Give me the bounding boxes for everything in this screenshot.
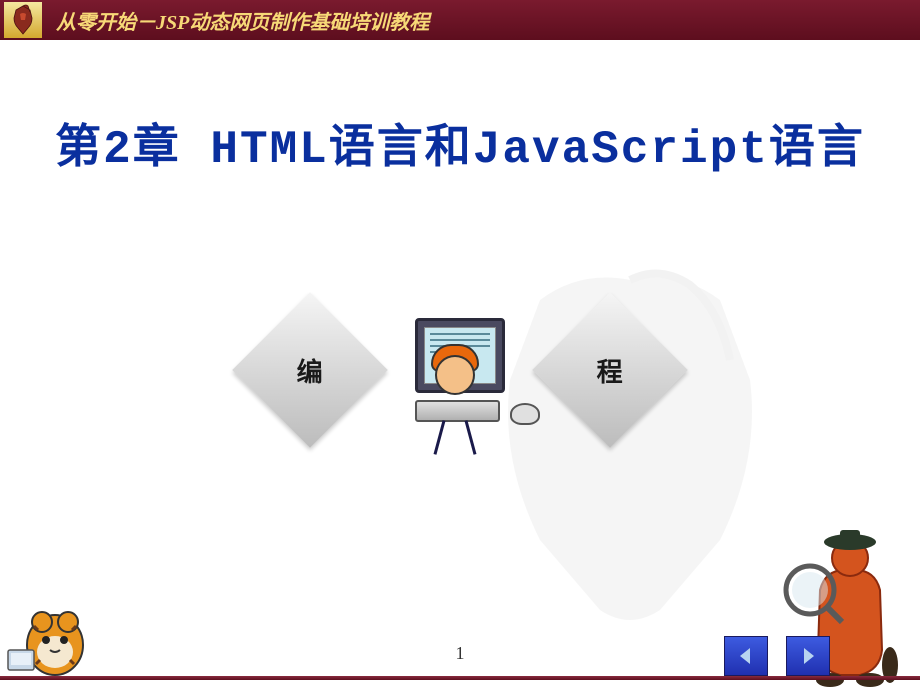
chapter-title: 第2章 HTML语言和JavaScript语言 [0, 110, 920, 176]
arrow-left-icon [734, 644, 758, 668]
center-illustration: 编 程 [255, 290, 665, 450]
mouse-icon [510, 403, 540, 425]
tiger-mascot-icon [0, 590, 100, 690]
diamond-right: 程 [532, 292, 688, 448]
diamond-right-text: 程 [597, 351, 623, 388]
chair-icon [430, 415, 480, 455]
arrow-right-icon [796, 644, 820, 668]
nav-buttons [724, 636, 830, 676]
programmer-illustration [375, 290, 545, 450]
header-bar: 从零开始－JSP动态网页制作基础培训教程 [0, 0, 920, 40]
diamond-left-text: 编 [297, 351, 323, 388]
diamond-left: 编 [232, 292, 388, 448]
spartan-logo-icon [4, 2, 42, 38]
header-title: 从零开始－JSP动态网页制作基础培训教程 [56, 6, 429, 35]
page-number: 1 [456, 643, 465, 664]
prev-button[interactable] [724, 636, 768, 676]
next-button[interactable] [786, 636, 830, 676]
person-head [435, 355, 475, 395]
bottom-divider [0, 676, 920, 680]
